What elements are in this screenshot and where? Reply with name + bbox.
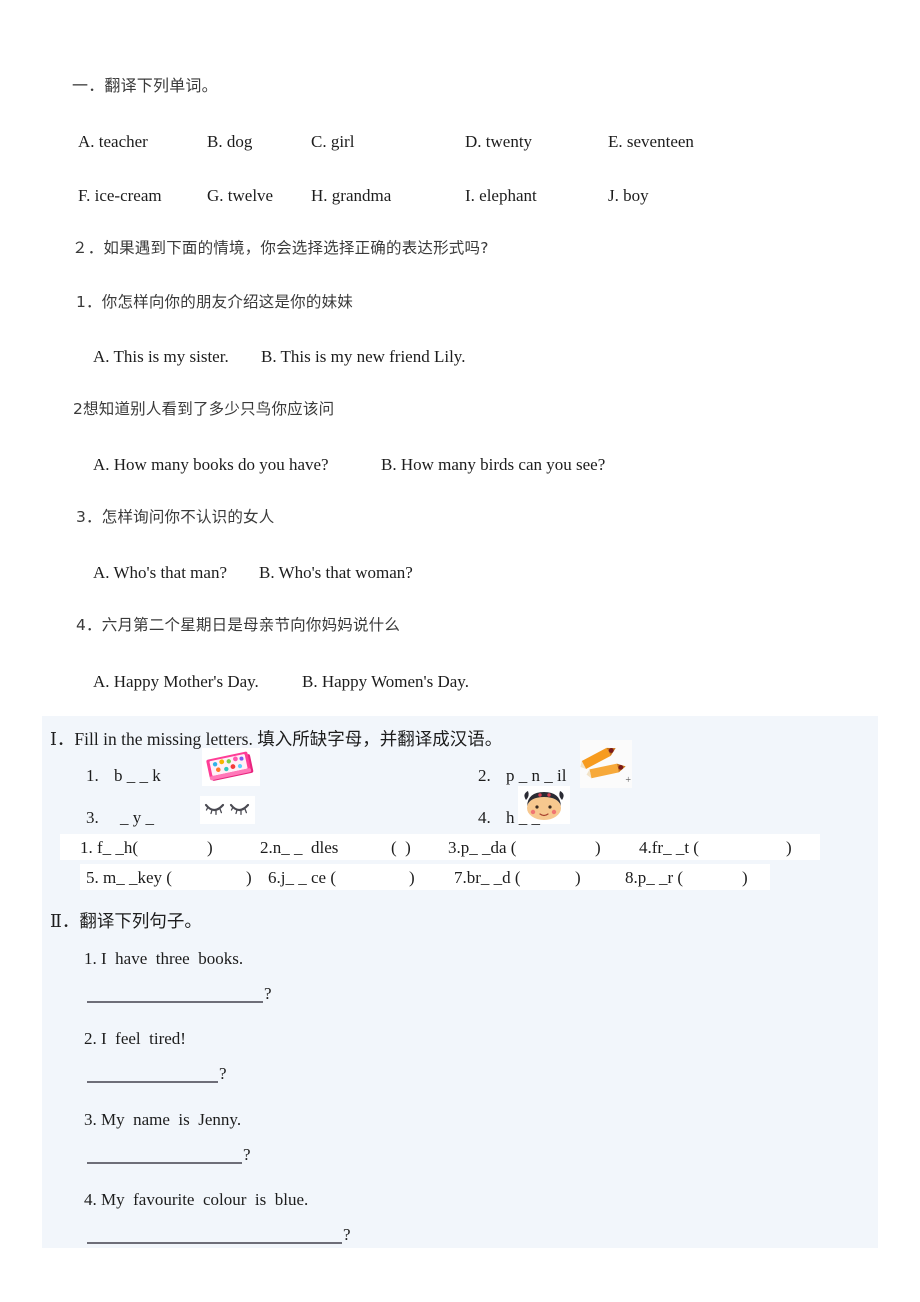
worksheet-page: 一．翻译下列单词。 A. teacher B. dog C. girl D. t… (0, 0, 920, 1302)
answer-question-mark: ? (243, 1145, 251, 1164)
word-item: H. grandma (311, 186, 392, 205)
fill-blank-close: ) (409, 868, 415, 887)
fill-blank-cell[interactable]: 8.p_ _r ( (625, 868, 683, 888)
translate-sentence: 3. My name is Jenny. (84, 1110, 242, 1129)
question-option-a: A. Happy Mother's Day. (93, 672, 259, 691)
question-option-b: B. How many birds can you see? (381, 455, 606, 474)
word-item: A. teacher (78, 132, 148, 151)
question-prompt: 2想知道别人看到了多少只鸟你应该问 (73, 400, 335, 418)
answer-question-mark: ? (219, 1064, 227, 1083)
head-picture: . (518, 786, 570, 824)
section1-heading: 一．翻译下列单词。 (72, 76, 218, 95)
translate-sentence: 1. I have three books. (84, 949, 244, 968)
picture-item-word: b _ _ k (114, 766, 161, 785)
fill-blank-close: ) (595, 838, 601, 857)
word-item: F. ice-cream (78, 186, 162, 205)
section2-heading: ２．如果遇到下面的情境，你会选择选择正确的表达形式吗? (72, 239, 489, 257)
fill-blank-close: ( ) (391, 838, 411, 857)
question-prompt: 4．六月第二个星期日是母亲节向你妈妈说什么 (76, 616, 401, 634)
fill-blank-cell[interactable]: 4.fr_ _t ( (639, 838, 699, 858)
fill-blank-close: ) (742, 868, 748, 887)
eyes-picture (200, 796, 255, 824)
answer-question-mark: ? (264, 984, 272, 1003)
word-item: D. twenty (465, 132, 533, 151)
picture-item-number: 3. (86, 808, 99, 827)
fill-blank-close: ) (246, 868, 252, 887)
question-option-b: B. This is my new friend Lily. (261, 347, 466, 366)
word-item: J. boy (608, 186, 649, 205)
question-option-b: B. Who's that woman? (259, 563, 413, 582)
plus-mark-icon: + (625, 775, 631, 786)
word-item: C. girl (311, 132, 355, 151)
fill-blank-cell[interactable]: 6.j_ _ ce ( (268, 868, 336, 888)
fill-blank-close: ) (575, 868, 581, 887)
fill-blank-cell[interactable]: 1. f_ _h( (80, 838, 138, 858)
picture-item-number: 1. (86, 766, 99, 785)
word-item: G. twelve (207, 186, 274, 205)
book-picture (202, 748, 260, 786)
picture-item-word: _ y _ (120, 808, 154, 827)
answer-question-mark: ? (343, 1225, 351, 1244)
answer-blank[interactable] (87, 1242, 342, 1244)
answer-blank[interactable] (87, 1001, 263, 1003)
picture-item-number: 4. (478, 808, 491, 827)
word-item: E. seventeen (608, 132, 694, 151)
translate-sentence: 2. I feel tired! (84, 1029, 186, 1048)
highlighted-exercise-region: Ⅰ．Fill in the missing letters. 填入所缺字母，并翻… (42, 716, 878, 1248)
picture-item-word: p _ n _ il (506, 766, 567, 785)
question-option-a: A. Who's that man? (93, 563, 227, 582)
question-option-a: A. How many books do you have? (93, 455, 329, 474)
fill-blank-cell[interactable]: 7.br_ _d ( (454, 868, 521, 888)
question-option-b: B. Happy Women's Day. (302, 672, 469, 691)
picture-item-number: 2. (478, 766, 491, 785)
top-section: 一．翻译下列单词。 A. teacher B. dog C. girl D. t… (0, 0, 920, 716)
fill-blank-close: ) (207, 838, 213, 857)
question-prompt: 3．怎样询问你不认识的女人 (76, 508, 275, 526)
word-item: B. dog (207, 132, 253, 151)
fill-blank-cell[interactable]: 2.n_ _ dles (260, 838, 338, 858)
answer-blank[interactable] (87, 1081, 218, 1083)
question-prompt: 1．你怎样向你的朋友介绍这是你的妹妹 (76, 293, 353, 311)
section4-heading: Ⅱ．翻译下列句子。 (50, 911, 202, 931)
fill-blank-close: ) (786, 838, 792, 857)
row-background-strip (60, 834, 820, 860)
section3-heading: Ⅰ．Fill in the missing letters. 填入所缺字母，并翻… (50, 729, 503, 749)
translate-sentence: 4. My favourite colour is blue. (84, 1190, 309, 1209)
answer-blank[interactable] (87, 1162, 242, 1164)
question-option-a: A. This is my sister. (93, 347, 229, 366)
pencils-picture: + (580, 740, 632, 788)
fill-blank-cell[interactable]: 5. m_ _key ( (86, 868, 172, 888)
fill-blank-cell[interactable]: 3.p_ _da ( (448, 838, 516, 858)
word-item: I. elephant (465, 186, 537, 205)
